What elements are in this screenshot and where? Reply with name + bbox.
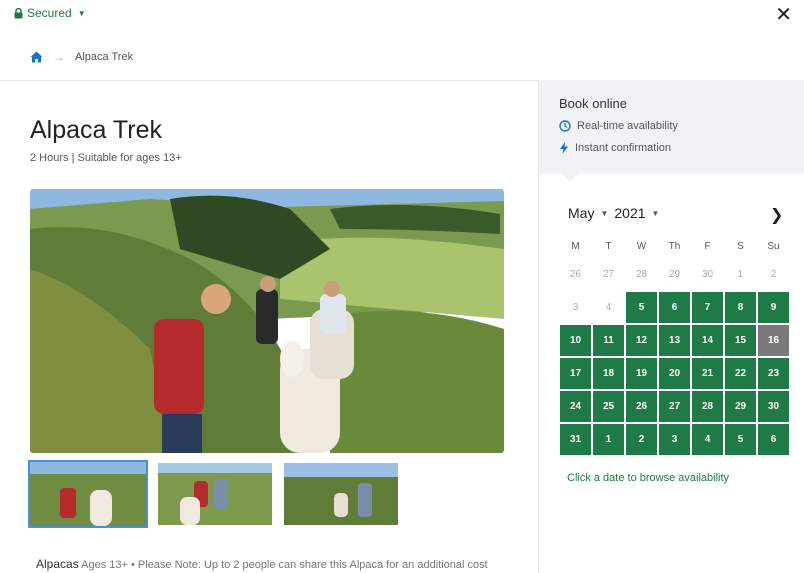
month-select[interactable]: May (568, 205, 594, 221)
top-bar: Secured ▼ ✕ (0, 0, 804, 30)
weekday-label: Su (767, 241, 780, 252)
calendar-day[interactable]: 7 (692, 292, 723, 323)
calendar-day[interactable]: 28 (692, 391, 723, 422)
calendar-day[interactable]: 21 (692, 358, 723, 389)
feature-instant-label: Instant confirmation (575, 142, 671, 154)
calendar-day-outside: 30 (701, 269, 714, 280)
calendar-day[interactable]: 25 (593, 391, 624, 422)
weekday-label: F (704, 241, 711, 252)
calendar-day[interactable]: 15 (725, 325, 756, 356)
thumbnail-3[interactable] (282, 461, 400, 527)
breadcrumb-current: Alpaca Trek (75, 51, 134, 63)
page-subtitle: 2 Hours | Suitable for ages 13+ (30, 152, 182, 164)
calendar-day[interactable]: 6 (758, 424, 789, 455)
calendar-day[interactable]: 27 (659, 391, 690, 422)
close-icon[interactable]: ✕ (775, 2, 792, 27)
calendar-day[interactable]: 23 (758, 358, 789, 389)
calendar-day[interactable]: 17 (560, 358, 591, 389)
calendar-day[interactable]: 31 (560, 424, 591, 455)
calendar-day-outside: 28 (635, 269, 648, 280)
calendar-day[interactable]: 14 (692, 325, 723, 356)
calendar-day-selected[interactable]: 16 (758, 325, 789, 356)
calendar-day[interactable]: 19 (626, 358, 657, 389)
weekday-label: S (737, 241, 744, 252)
calendar-day[interactable]: 26 (626, 391, 657, 422)
year-select[interactable]: 2021 (614, 205, 645, 221)
calendar-day[interactable]: 11 (593, 325, 624, 356)
month-caret-icon[interactable]: ▼ (600, 209, 608, 218)
calendar-header: May ▼ 2021 ▼ (568, 205, 659, 221)
calendar-day-outside: 1 (737, 269, 744, 280)
calendar-day[interactable]: 30 (758, 391, 789, 422)
calendar-day[interactable]: 12 (626, 325, 657, 356)
breadcrumb: → Alpaca Trek (30, 50, 133, 64)
weekday-label: T (605, 241, 612, 252)
weekday-label: W (636, 241, 647, 252)
feature-realtime: Real-time availability (559, 120, 678, 132)
caret-down-icon: ▼ (77, 8, 86, 18)
feature-realtime-label: Real-time availability (577, 120, 678, 132)
secured-label: Secured (27, 6, 72, 20)
calendar-day[interactable]: 9 (758, 292, 789, 323)
calendar-day[interactable]: 24 (560, 391, 591, 422)
pricing-note-text: Ages 13+ • Please Note: Up to 2 people c… (81, 559, 488, 571)
calendar-day[interactable]: 29 (725, 391, 756, 422)
book-online-title: Book online (559, 96, 627, 111)
thumbnail-1[interactable] (28, 460, 148, 528)
calendar-hint[interactable]: Click a date to browse availability (567, 472, 729, 484)
pricing-note: Alpacas Ages 13+ • Please Note: Up to 2 … (36, 557, 488, 571)
weekday-label: Th (668, 241, 681, 252)
lightning-icon (560, 142, 568, 154)
thumbnail-strip (28, 460, 400, 528)
calendar-day[interactable]: 2 (626, 424, 657, 455)
header-divider (0, 80, 538, 81)
clock-icon (559, 120, 571, 132)
calendar-day[interactable]: 10 (560, 325, 591, 356)
secured-menu[interactable]: Secured ▼ (14, 6, 86, 20)
hero-image[interactable] (30, 189, 504, 453)
home-icon[interactable] (30, 51, 43, 63)
calendar-day[interactable]: 8 (725, 292, 756, 323)
calendar-day-outside: 27 (602, 269, 615, 280)
calendar-day[interactable]: 18 (593, 358, 624, 389)
calendar-day[interactable]: 5 (626, 292, 657, 323)
calendar-day-outside: 2 (770, 269, 777, 280)
feature-instant: Instant confirmation (559, 142, 671, 154)
calendar-day-outside: 29 (668, 269, 681, 280)
calendar-day-outside: 4 (605, 302, 612, 313)
calendar-day-outside: 26 (569, 269, 582, 280)
page-title: Alpaca Trek (30, 116, 163, 144)
panel-pointer (562, 174, 578, 182)
calendar-day[interactable]: 22 (725, 358, 756, 389)
calendar-day[interactable]: 5 (725, 424, 756, 455)
calendar-day[interactable]: 1 (593, 424, 624, 455)
year-caret-icon[interactable]: ▼ (652, 209, 660, 218)
weekday-label: M (571, 241, 580, 252)
thumbnail-2[interactable] (156, 461, 274, 527)
calendar-day[interactable]: 6 (659, 292, 690, 323)
calendar-day[interactable]: 13 (659, 325, 690, 356)
chevron-right-icon[interactable]: ❯ (770, 205, 783, 225)
arrow-right-icon: → (53, 50, 65, 64)
calendar-day-outside: 3 (572, 302, 579, 313)
calendar-grid: M T W Th F S Su 26 27 28 29 30 1 2 3 4 5 6 7 8 9 10 11 12 13 14 15… (560, 237, 796, 455)
lock-icon (14, 7, 23, 18)
calendar-day[interactable]: 20 (659, 358, 690, 389)
book-online-panel: Book online Real-time availability Insta… (539, 80, 804, 174)
pricing-note-label: Alpacas (36, 557, 79, 571)
calendar-day[interactable]: 4 (692, 424, 723, 455)
calendar-day[interactable]: 3 (659, 424, 690, 455)
